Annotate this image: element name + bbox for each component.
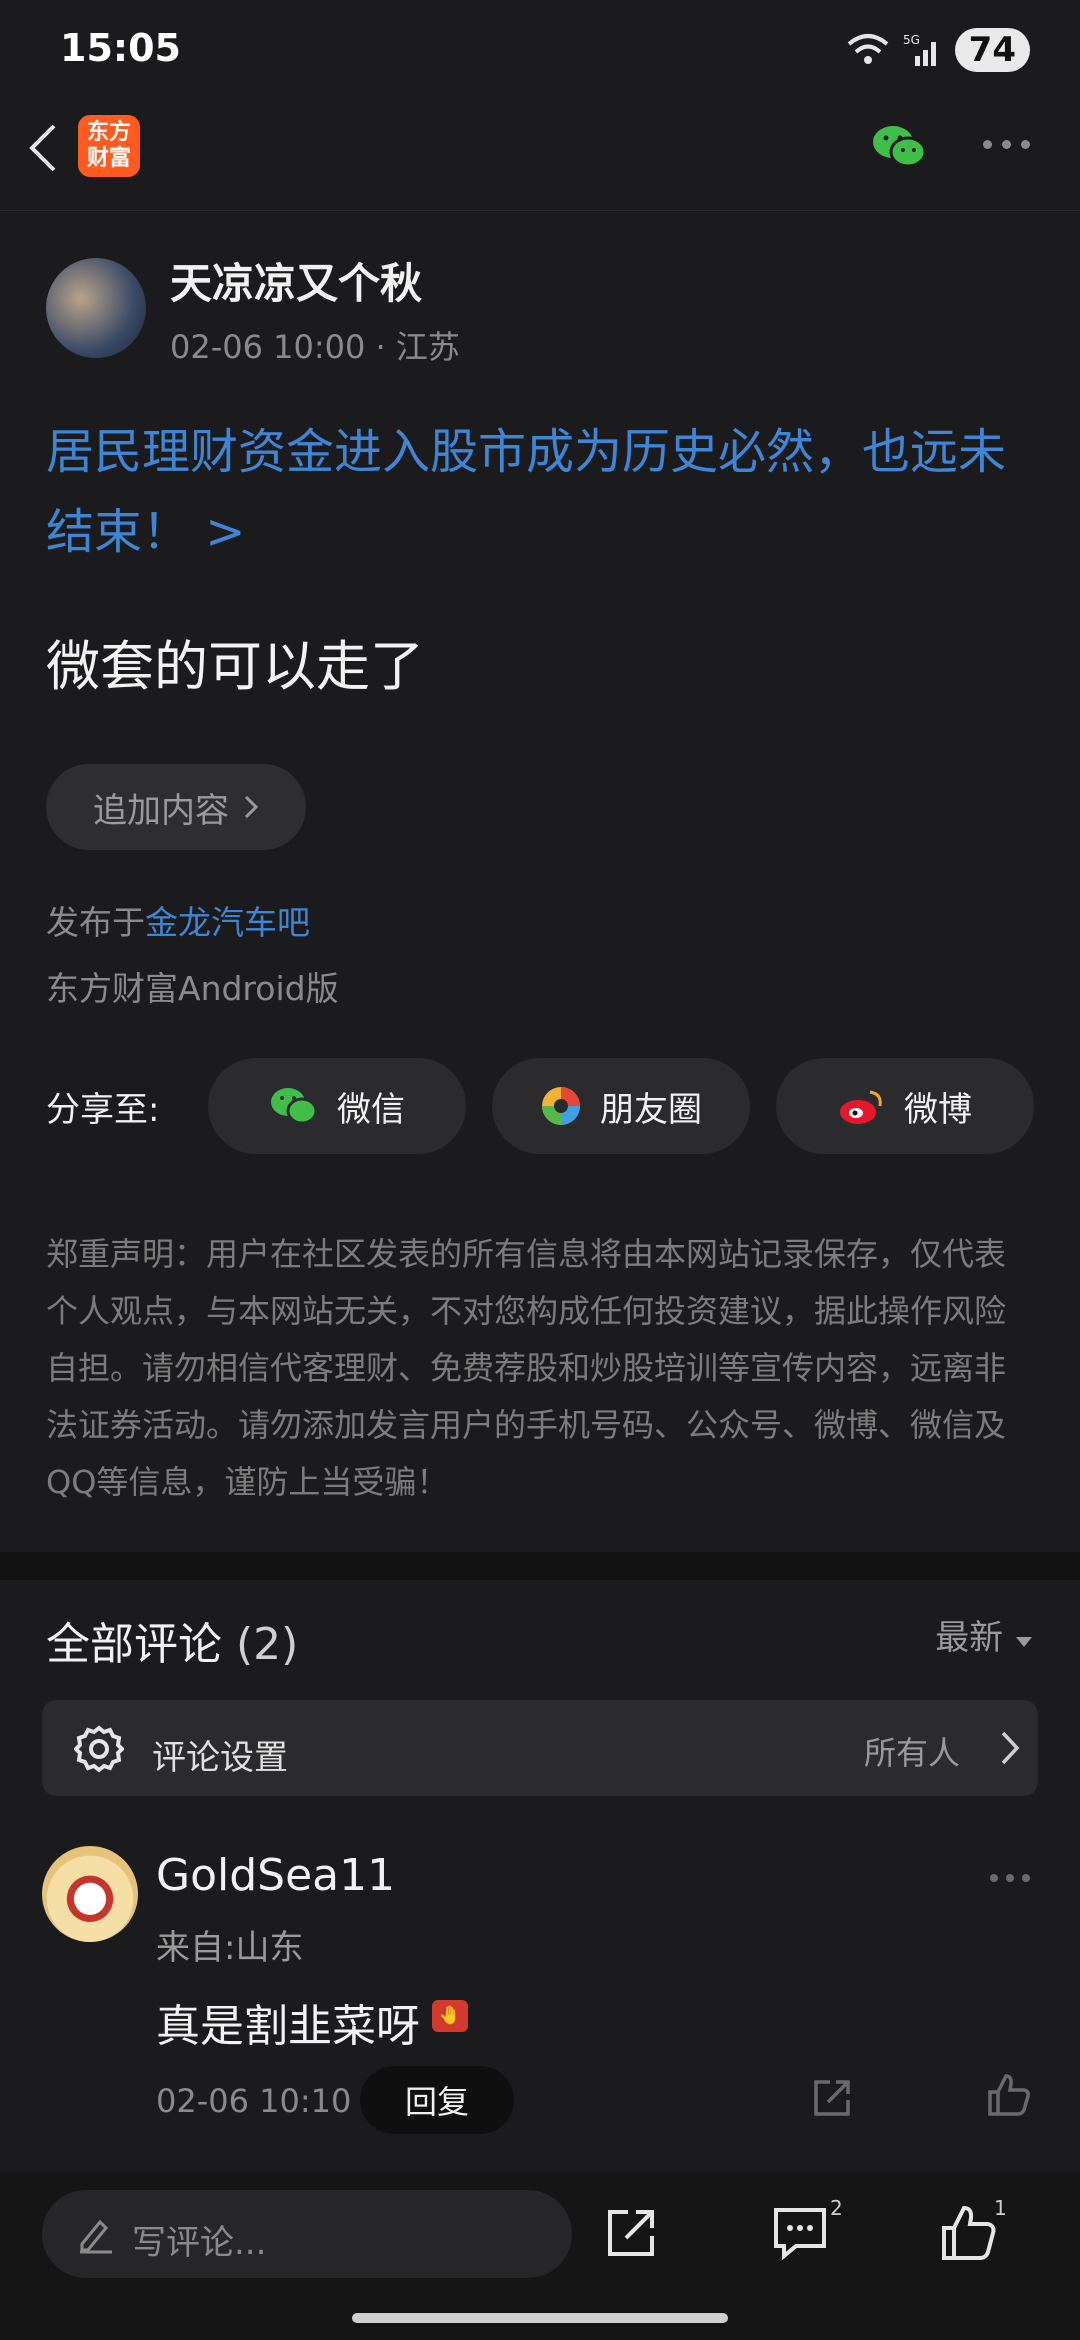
comment-more-icon[interactable]: [990, 1874, 1030, 1882]
author-avatar[interactable]: [46, 258, 146, 358]
wechat-icon: [271, 1088, 318, 1125]
commenter-avatar[interactable]: [42, 1846, 138, 1942]
share-moments-label: 朋友圈: [600, 1089, 702, 1130]
add-content-label: 追加内容: [93, 790, 229, 831]
share-label: 分享至:: [46, 1090, 160, 1130]
disclaimer-text: 郑重声明：用户在社区发表的所有信息将由本网站记录保存，仅代表个人观点，与本网站无…: [46, 1235, 1007, 1501]
chevron-right-icon: [244, 795, 259, 819]
back-arrow-icon[interactable]: [20, 116, 68, 180]
status-time: 15:05: [60, 26, 181, 70]
comment-settings-value: 所有人: [863, 1734, 960, 1772]
comments-title: 全部评论 (2): [46, 1608, 298, 1672]
reply-button[interactable]: 回复: [360, 2066, 514, 2134]
section-divider: [0, 1552, 1080, 1580]
author-name[interactable]: 天凉凉又个秋: [170, 250, 422, 311]
comments-title-label: 全部评论: [46, 1619, 222, 1670]
pencil-icon: [80, 2219, 112, 2254]
write-comment-placeholder: 写评论...: [132, 2223, 267, 2263]
commenter-name[interactable]: GoldSea11: [156, 1850, 395, 1901]
share-moments-button[interactable]: 朋友圈: [492, 1058, 750, 1154]
share-icon[interactable]: [604, 2206, 658, 2260]
like-count-badge: 1: [994, 2196, 1007, 2220]
share-wechat-button[interactable]: 微信: [208, 1058, 466, 1154]
write-comment-input[interactable]: [42, 2190, 572, 2278]
home-indicator[interactable]: [352, 2313, 728, 2323]
like-icon[interactable]: [986, 2072, 1032, 2118]
comment-time: 02-06 10:10: [156, 2082, 352, 2120]
sort-dropdown[interactable]: 最新: [935, 1610, 1034, 1659]
caret-down-icon: [1016, 1637, 1032, 1647]
published-prefix: 发布于: [46, 903, 145, 942]
post-headline-link[interactable]: 居民理财资金进入股市成为历史必然，也远未结束！ >: [46, 412, 1036, 572]
share-weibo-button[interactable]: 微博: [776, 1058, 1034, 1154]
sort-label: 最新: [935, 1618, 1004, 1658]
comment-text: 真是割韭菜呀: [156, 2001, 420, 2052]
status-icons: 5G 74: [845, 28, 1030, 72]
weibo-icon: [840, 1090, 882, 1124]
share-icon[interactable]: [810, 2076, 854, 2120]
share-weibo-label: 微博: [904, 1089, 972, 1130]
client-info: 东方财富Android版: [46, 969, 339, 1008]
app-logo: 东方 财富: [78, 115, 140, 177]
post-meta: 02-06 10:00 · 江苏: [170, 328, 460, 366]
thumbs-up-icon[interactable]: [940, 2204, 998, 2262]
moments-icon: [542, 1087, 580, 1125]
comments-count: (2): [236, 1619, 299, 1670]
wechat-share-icon[interactable]: [870, 122, 930, 172]
chevron-right-icon: [1001, 1731, 1020, 1765]
leek-emoji-icon: 🤚: [432, 2000, 468, 2032]
comment-settings-label: 评论设置: [152, 1738, 288, 1778]
more-icon[interactable]: [983, 140, 1030, 149]
commenter-location: 来自:山东: [156, 1928, 304, 1968]
comment-icon[interactable]: [772, 2206, 832, 2262]
published-in: 发布于金龙汽车吧: [46, 896, 310, 944]
svg-text:5G: 5G: [903, 33, 920, 47]
post-content: 微套的可以走了: [46, 635, 424, 698]
wifi-icon: [847, 34, 888, 64]
forum-link[interactable]: 金龙汽车吧: [145, 903, 310, 942]
add-content-button[interactable]: 追加内容: [46, 764, 306, 850]
signal-icon: 5G: [903, 33, 936, 66]
share-wechat-label: 微信: [337, 1089, 405, 1130]
battery-indicator: 74: [954, 28, 1030, 72]
gear-icon: [74, 1725, 124, 1773]
comment-count-badge: 2: [830, 2196, 843, 2220]
